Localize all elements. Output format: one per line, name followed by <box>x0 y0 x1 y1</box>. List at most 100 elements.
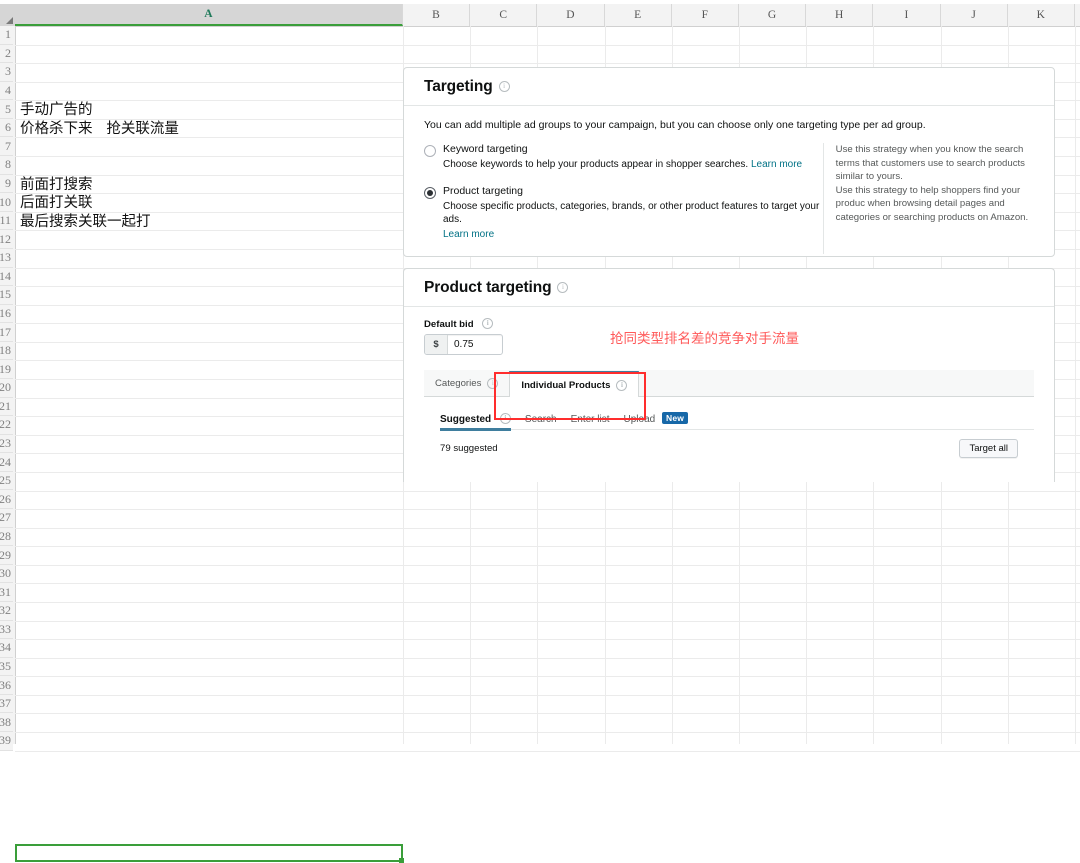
row-header-21[interactable]: 21 <box>0 397 13 417</box>
currency-prefix: $ <box>425 335 448 354</box>
radio-keyword-targeting[interactable] <box>424 145 436 157</box>
row-header-36[interactable]: 36 <box>0 676 13 695</box>
subtab-enter-list[interactable]: Enter list <box>571 414 610 429</box>
row-header-15[interactable]: 15 <box>0 286 13 305</box>
cell-a6[interactable]: 价格杀下来 抢关联流量 <box>20 120 179 138</box>
radio-product-targeting[interactable] <box>424 186 436 199</box>
tab-individual-products[interactable]: Individual Products i <box>509 371 640 397</box>
cell-a11[interactable]: 最后搜索关联一起打 <box>20 213 151 231</box>
column-header-g[interactable]: G <box>739 4 807 26</box>
row-header-13[interactable]: 13 <box>0 248 13 268</box>
row-header-33[interactable]: 33 <box>0 620 13 640</box>
column-header-d[interactable]: D <box>537 4 605 26</box>
info-icon[interactable]: i <box>482 318 494 329</box>
grid-line-horizontal <box>15 620 1080 622</box>
row-header-30[interactable]: 30 <box>0 564 13 584</box>
keyword-targeting-desc-text: Choose keywords to help your products ap… <box>443 159 749 170</box>
row-header-29[interactable]: 29 <box>0 546 13 565</box>
grid-line-horizontal <box>15 601 1080 603</box>
source-subtabs[interactable]: Suggested i Search Enter list Upload New <box>440 409 1034 431</box>
active-cell-border[interactable] <box>15 843 404 863</box>
row-header-32[interactable]: 32 <box>0 601 13 621</box>
row-header-39[interactable]: 39 <box>0 732 13 751</box>
row-header-28[interactable]: 28 <box>0 527 13 547</box>
subtab-upload[interactable]: Upload New <box>624 412 689 429</box>
targeting-type-tabs[interactable]: Categories i Individual Products i <box>424 370 1034 397</box>
fill-handle[interactable] <box>399 858 404 863</box>
row-header-17[interactable]: 17 <box>0 323 13 342</box>
grid-line-horizontal <box>15 713 1080 715</box>
row-header-9[interactable]: 9 <box>0 174 13 194</box>
row-header-16[interactable]: 16 <box>0 304 13 324</box>
row-header-10[interactable]: 10 <box>0 193 13 212</box>
row-header-11[interactable]: 11 <box>0 211 13 231</box>
column-header-a[interactable]: A <box>15 4 403 26</box>
targeting-panel-header: Targeting i <box>404 68 1054 106</box>
cell-a9[interactable]: 前面打搜索 <box>20 176 93 194</box>
row-header-18[interactable]: 18 <box>0 341 13 361</box>
keyword-targeting-desc: Choose keywords to help your products ap… <box>443 158 802 172</box>
info-icon[interactable]: i <box>616 380 628 391</box>
subtab-search[interactable]: Search <box>525 414 557 429</box>
row-header-35[interactable]: 35 <box>0 657 13 677</box>
info-icon[interactable]: i <box>499 413 511 424</box>
column-header-j[interactable]: J <box>940 4 1008 26</box>
tab-categories-label: Categories <box>435 378 482 389</box>
row-header-25[interactable]: 25 <box>0 471 13 491</box>
column-header-k[interactable]: K <box>1007 4 1075 26</box>
subtab-suggested[interactable]: Suggested i <box>440 413 511 431</box>
cell-a10[interactable]: 后面打关联 <box>20 194 93 212</box>
default-bid-value[interactable]: 0.75 <box>448 335 502 354</box>
keyword-targeting-learn-more-link[interactable]: Learn more <box>751 159 802 170</box>
product-targeting-panel-header: Product targeting i <box>404 269 1054 307</box>
option-product-targeting[interactable]: Product targeting Choose specific produc… <box>424 185 823 242</box>
target-all-button[interactable]: Target all <box>959 439 1018 458</box>
cell-a5[interactable]: 手动广告的 <box>20 101 93 119</box>
targeting-panel-body: You can add multiple ad groups to your c… <box>404 106 1054 270</box>
row-header-38[interactable]: 38 <box>0 713 13 733</box>
row-header-26[interactable]: 26 <box>0 490 13 510</box>
default-bid-input[interactable]: $ 0.75 <box>424 334 503 355</box>
row-header-24[interactable]: 24 <box>0 453 13 472</box>
column-header-e[interactable]: E <box>604 4 672 26</box>
column-header-h[interactable]: H <box>806 4 874 26</box>
row-header-7[interactable]: 7 <box>0 137 13 157</box>
row-header-5[interactable]: 5 <box>0 100 13 119</box>
grid-line-horizontal <box>15 657 1080 659</box>
info-icon[interactable]: i <box>557 282 569 293</box>
info-icon[interactable]: i <box>498 81 510 92</box>
row-header-4[interactable]: 4 <box>0 81 13 101</box>
grid-line-horizontal <box>15 564 1080 566</box>
row-header-1[interactable]: 1 <box>0 26 13 45</box>
row-header-12[interactable]: 12 <box>0 230 13 249</box>
row-header-34[interactable]: 34 <box>0 639 13 658</box>
row-header-31[interactable]: 31 <box>0 583 13 602</box>
product-targeting-title: Product targeting <box>424 278 552 296</box>
option-keyword-targeting[interactable]: Keyword targeting Choose keywords to hel… <box>424 143 823 172</box>
grid-line-horizontal <box>15 44 1080 46</box>
row-header-6[interactable]: 6 <box>0 118 13 138</box>
row-header-20[interactable]: 20 <box>0 379 13 398</box>
row-header-14[interactable]: 14 <box>0 267 13 287</box>
row-header-3[interactable]: 3 <box>0 63 13 82</box>
row-header-2[interactable]: 2 <box>0 44 13 64</box>
row-header-37[interactable]: 37 <box>0 694 13 714</box>
grid-line-horizontal <box>15 639 1080 641</box>
row-header-19[interactable]: 19 <box>0 360 13 380</box>
grid-line-horizontal <box>15 583 1080 585</box>
column-header-f[interactable]: F <box>671 4 739 26</box>
column-header-b[interactable]: B <box>403 4 471 26</box>
grid-line-horizontal <box>15 676 1080 678</box>
row-header-8[interactable]: 8 <box>0 156 13 175</box>
product-targeting-learn-more-link[interactable]: Learn more <box>443 229 494 240</box>
info-icon[interactable]: i <box>487 378 499 389</box>
column-header-i[interactable]: I <box>873 4 941 26</box>
select-all-corner[interactable] <box>0 4 16 27</box>
row-header-22[interactable]: 22 <box>0 416 13 435</box>
column-header-c[interactable]: C <box>470 4 538 26</box>
tab-categories[interactable]: Categories i <box>424 371 509 396</box>
row-header-23[interactable]: 23 <box>0 434 13 454</box>
grid-line-horizontal <box>15 490 1080 492</box>
row-header-27[interactable]: 27 <box>0 509 13 528</box>
amazon-ads-overlay-screenshot: Targeting i You can add multiple ad grou… <box>403 60 1055 482</box>
